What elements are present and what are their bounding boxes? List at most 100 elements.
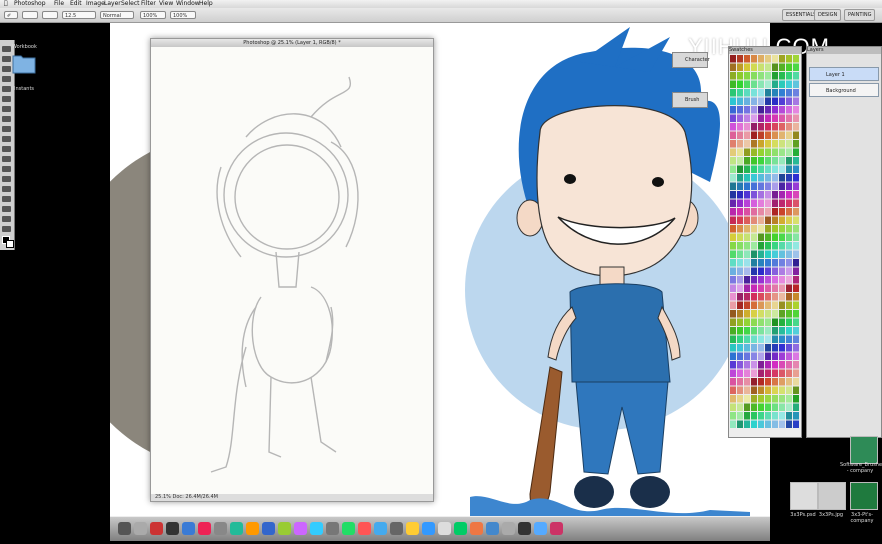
menu-view[interactable]: View (159, 0, 173, 8)
zoom-tool-icon[interactable] (2, 226, 11, 232)
color-swatch[interactable] (772, 293, 778, 301)
color-swatch[interactable] (786, 301, 792, 310)
color-swatch[interactable] (730, 233, 736, 242)
color-swatch[interactable] (779, 199, 785, 208)
color-swatch[interactable] (737, 123, 743, 131)
color-swatch[interactable] (786, 335, 792, 344)
color-swatch[interactable] (765, 420, 771, 429)
color-swatch[interactable] (744, 335, 750, 344)
swatch-grid[interactable] (729, 55, 801, 435)
color-swatch[interactable] (730, 310, 736, 318)
color-swatch[interactable] (779, 378, 785, 386)
color-swatch[interactable] (730, 327, 736, 335)
color-swatch[interactable] (737, 131, 743, 140)
color-swatch[interactable] (786, 293, 792, 301)
color-swatch[interactable] (765, 165, 771, 174)
color-swatch[interactable] (786, 123, 792, 131)
color-swatch[interactable] (737, 420, 743, 429)
color-swatch[interactable] (751, 327, 757, 335)
color-swatch[interactable] (751, 318, 757, 327)
dock-app-icon[interactable] (374, 522, 387, 535)
color-swatch[interactable] (744, 352, 750, 361)
color-swatch[interactable] (737, 344, 743, 352)
color-swatch[interactable] (744, 123, 750, 131)
color-swatch[interactable] (786, 216, 792, 225)
color-swatch[interactable] (765, 157, 771, 165)
color-swatch[interactable] (758, 106, 764, 114)
color-swatch[interactable] (737, 208, 743, 216)
stamp-tool-icon[interactable] (2, 126, 11, 132)
dock-app-icon[interactable] (246, 522, 259, 535)
color-swatch[interactable] (737, 378, 743, 386)
color-swatch[interactable] (765, 114, 771, 123)
color-swatch[interactable] (772, 412, 778, 420)
color-swatch[interactable] (730, 267, 736, 276)
dock-app-icon[interactable] (358, 522, 371, 535)
color-swatch[interactable] (737, 199, 743, 208)
color-swatch[interactable] (751, 284, 757, 293)
menu-window[interactable]: Window (176, 0, 200, 8)
color-swatch[interactable] (779, 361, 785, 369)
menu-app-name[interactable]: Photoshop (14, 0, 46, 8)
color-swatch[interactable] (744, 395, 750, 403)
dock-app-icon[interactable] (182, 522, 195, 535)
color-swatch[interactable] (786, 369, 792, 378)
dock-app-icon[interactable] (118, 522, 131, 535)
color-swatch[interactable] (744, 369, 750, 378)
color-swatch[interactable] (765, 55, 771, 63)
color-swatch[interactable] (737, 225, 743, 233)
color-swatch[interactable] (751, 123, 757, 131)
color-swatch[interactable] (765, 318, 771, 327)
color-swatch[interactable] (751, 216, 757, 225)
color-swatch[interactable] (751, 267, 757, 276)
color-swatch[interactable] (779, 284, 785, 293)
color-swatch[interactable] (786, 55, 792, 63)
color-swatch[interactable] (744, 80, 750, 89)
color-swatch[interactable] (758, 97, 764, 106)
dock-app-icon[interactable] (326, 522, 339, 535)
color-swatch[interactable] (793, 276, 799, 284)
color-swatch[interactable] (786, 352, 792, 361)
dock-app-icon[interactable] (262, 522, 275, 535)
color-swatch[interactable] (758, 80, 764, 89)
color-swatch[interactable] (751, 412, 757, 420)
color-swatch[interactable] (772, 344, 778, 352)
color-swatch[interactable] (765, 148, 771, 157)
color-swatch[interactable] (786, 233, 792, 242)
color-swatch[interactable] (758, 310, 764, 318)
color-swatch[interactable] (744, 301, 750, 310)
color-swatch[interactable] (772, 182, 778, 191)
color-swatch[interactable] (793, 63, 799, 72)
color-swatch[interactable] (758, 293, 764, 301)
color-swatch[interactable] (737, 242, 743, 250)
color-swatch[interactable] (772, 106, 778, 114)
color-swatch[interactable] (793, 420, 799, 429)
eyedropper-tool-icon[interactable] (2, 96, 11, 102)
color-swatch[interactable] (737, 72, 743, 80)
color-swatch[interactable] (737, 97, 743, 106)
color-swatch[interactable] (793, 97, 799, 106)
color-swatch[interactable] (751, 233, 757, 242)
color-swatch[interactable] (730, 352, 736, 361)
color-swatch[interactable] (786, 148, 792, 157)
color-swatch[interactable] (730, 259, 736, 267)
color-swatch[interactable] (758, 89, 764, 97)
hand-tool-icon[interactable] (2, 216, 11, 222)
color-swatch[interactable] (772, 284, 778, 293)
color-swatch[interactable] (765, 369, 771, 378)
color-swatch[interactable] (793, 403, 799, 412)
color-swatch[interactable] (744, 182, 750, 191)
color-swatch[interactable] (730, 89, 736, 97)
color-swatch[interactable] (779, 352, 785, 361)
color-swatch[interactable] (751, 369, 757, 378)
color-swatch[interactable] (772, 267, 778, 276)
color-swatch[interactable] (779, 276, 785, 284)
color-swatch[interactable] (793, 89, 799, 97)
folder-icon[interactable] (12, 52, 36, 74)
color-swatch[interactable] (744, 199, 750, 208)
color-swatch[interactable] (793, 267, 799, 276)
color-swatch[interactable] (772, 395, 778, 403)
color-swatch[interactable] (758, 318, 764, 327)
color-swatch[interactable] (758, 420, 764, 429)
color-swatch[interactable] (765, 284, 771, 293)
